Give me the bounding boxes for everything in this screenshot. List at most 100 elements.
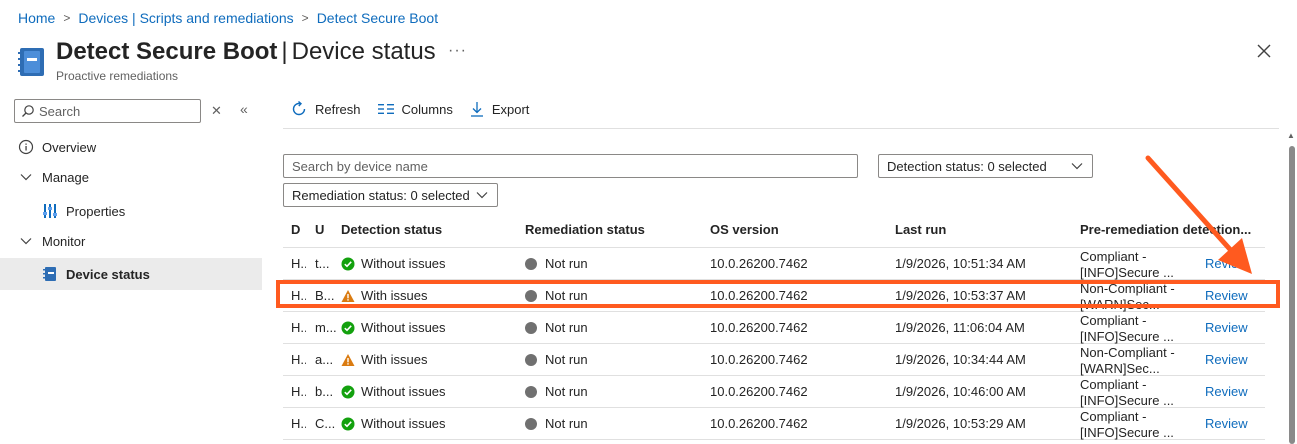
detection-status-cell: Without issues bbox=[341, 384, 525, 399]
refresh-button[interactable]: Refresh bbox=[290, 100, 361, 118]
device-status-icon bbox=[42, 266, 58, 282]
pre-remediation-status: Non-Compliant - bbox=[1080, 344, 1175, 360]
review-link[interactable]: Review bbox=[1205, 320, 1248, 335]
pre-remediation-status: Compliant - bbox=[1080, 376, 1147, 392]
table-body: H.. t... Without issues Not run 10.0.262… bbox=[283, 248, 1265, 440]
more-options-button[interactable]: ··· bbox=[448, 42, 467, 60]
remediation-status-text: Not run bbox=[545, 320, 588, 335]
user-cell: m... bbox=[315, 320, 337, 335]
page-title: Detect Secure Boot | Device status bbox=[56, 38, 436, 66]
pre-remediation-cell: Compliant - [INFO]Secure ... bbox=[1080, 408, 1205, 440]
table-row[interactable]: H.. a... With issues Not run 10.0.26200.… bbox=[283, 344, 1265, 376]
sidebar-item-device-status[interactable]: Device status bbox=[0, 258, 262, 290]
os-version-cell: 10.0.26200.7462 bbox=[710, 352, 808, 367]
pre-remediation-cell: Compliant - [INFO]Secure ... bbox=[1080, 312, 1205, 344]
detection-status-filter[interactable]: Detection status: 0 selected bbox=[878, 154, 1093, 178]
review-link[interactable]: Review bbox=[1205, 288, 1248, 303]
breadcrumb-detect-secure-boot[interactable]: Detect Secure Boot bbox=[317, 10, 438, 26]
user-cell: t... bbox=[315, 256, 330, 271]
pre-remediation-status: Compliant - bbox=[1080, 248, 1147, 264]
column-header-user[interactable]: U bbox=[306, 222, 341, 237]
refresh-icon bbox=[292, 100, 306, 116]
last-run-cell: 1/9/2026, 10:53:37 AM bbox=[895, 288, 1026, 303]
clear-search-button[interactable]: ✕ bbox=[211, 103, 223, 118]
chevron-down-icon bbox=[1071, 163, 1083, 170]
review-link[interactable]: Review bbox=[1205, 384, 1248, 399]
export-button[interactable]: Export bbox=[469, 100, 530, 118]
sidebar-search[interactable] bbox=[14, 99, 201, 123]
remediation-status-text: Not run bbox=[545, 288, 588, 303]
detection-status-cell: Without issues bbox=[341, 416, 525, 431]
column-header-last-run[interactable]: Last run bbox=[895, 222, 1080, 237]
remediation-status-cell: Not run bbox=[525, 416, 710, 431]
os-version-cell: 10.0.26200.7462 bbox=[710, 320, 808, 335]
export-label: Export bbox=[491, 101, 530, 117]
breadcrumb-home[interactable]: Home bbox=[18, 10, 55, 26]
pre-remediation-cell: Compliant - [INFO]Secure ... bbox=[1080, 248, 1205, 280]
table-row[interactable]: H.. m... Without issues Not run 10.0.262… bbox=[283, 312, 1265, 344]
script-icon bbox=[18, 48, 44, 76]
warning-icon bbox=[341, 353, 355, 366]
device-name-cell: H.. bbox=[291, 416, 306, 431]
breadcrumb: Home > Devices | Scripts and remediation… bbox=[18, 10, 438, 26]
detection-status-text: Without issues bbox=[361, 384, 446, 399]
check-circle-icon bbox=[341, 417, 355, 430]
sidebar-group-monitor[interactable]: Monitor bbox=[0, 225, 262, 257]
device-search-input[interactable] bbox=[283, 154, 858, 178]
table-row[interactable]: H.. t... Without issues Not run 10.0.262… bbox=[283, 248, 1265, 280]
not-run-icon bbox=[525, 417, 537, 430]
sidebar-item-overview[interactable]: Overview bbox=[0, 131, 262, 163]
sidebar-item-properties[interactable]: Properties bbox=[0, 195, 262, 227]
detection-status-text: Without issues bbox=[361, 256, 446, 271]
pre-remediation-status: Non-Compliant - bbox=[1080, 280, 1175, 296]
download-icon bbox=[470, 102, 483, 117]
check-circle-icon bbox=[341, 385, 355, 398]
column-header-remediation-status[interactable]: Remediation status bbox=[525, 222, 710, 237]
table-row[interactable]: H.. B... With issues Not run 10.0.26200.… bbox=[283, 280, 1265, 312]
sidebar-item-label: Monitor bbox=[42, 233, 86, 249]
page-subtitle: Proactive remediations bbox=[56, 69, 179, 83]
remediation-status-cell: Not run bbox=[525, 320, 710, 335]
pre-remediation-detail: [WARN]Sec... bbox=[1080, 296, 1160, 312]
check-circle-icon bbox=[341, 257, 355, 270]
pre-remediation-cell: Non-Compliant - [WARN]Sec... bbox=[1080, 280, 1205, 312]
check-circle-icon bbox=[341, 321, 355, 334]
device-name-cell: H.. bbox=[291, 256, 306, 271]
sidebar-group-manage[interactable]: Manage bbox=[0, 161, 262, 193]
detection-status-cell: Without issues bbox=[341, 320, 525, 335]
pre-remediation-detail: [INFO]Secure ... bbox=[1080, 392, 1174, 408]
review-link[interactable]: Review bbox=[1205, 416, 1248, 431]
detection-status-cell: With issues bbox=[341, 352, 525, 367]
column-header-detection-status[interactable]: Detection status bbox=[341, 222, 525, 237]
search-icon bbox=[22, 105, 34, 117]
breadcrumb-separator: > bbox=[301, 11, 309, 25]
column-header-os-version[interactable]: OS version bbox=[710, 222, 895, 237]
sidebar-search-input[interactable] bbox=[39, 103, 189, 119]
detection-filter-label: Detection status: 0 selected bbox=[887, 158, 1047, 174]
close-icon[interactable] bbox=[1254, 40, 1274, 62]
pre-remediation-cell: Compliant - [INFO]Secure ... bbox=[1080, 376, 1205, 408]
scroll-up-icon[interactable]: ▲ bbox=[1287, 131, 1295, 140]
collapse-sidebar-button[interactable]: « bbox=[240, 101, 248, 117]
remediation-status-text: Not run bbox=[545, 352, 588, 367]
table-row[interactable]: H.. C... Without issues Not run 10.0.262… bbox=[283, 408, 1265, 440]
detection-status-text: With issues bbox=[361, 288, 428, 303]
sidebar-item-label: Manage bbox=[42, 169, 89, 185]
breadcrumb-scripts-remediations[interactable]: Devices | Scripts and remediations bbox=[78, 10, 293, 26]
pre-remediation-detail: [INFO]Secure ... bbox=[1080, 328, 1174, 344]
review-link[interactable]: Review bbox=[1205, 352, 1248, 367]
review-link[interactable]: Review bbox=[1205, 256, 1248, 271]
not-run-icon bbox=[525, 353, 537, 366]
scrollbar-thumb[interactable] bbox=[1289, 146, 1295, 444]
remediation-status-filter[interactable]: Remediation status: 0 selected bbox=[283, 183, 498, 207]
column-header-pre-remediation[interactable]: Pre-remediation detection... bbox=[1080, 222, 1251, 238]
remediation-status-cell: Not run bbox=[525, 288, 710, 303]
column-header-device[interactable]: D bbox=[283, 222, 306, 237]
detection-status-text: With issues bbox=[361, 352, 428, 367]
pre-remediation-cell: Non-Compliant - [WARN]Sec... bbox=[1080, 344, 1205, 376]
remediation-status-text: Not run bbox=[545, 384, 588, 399]
columns-button[interactable]: Columns bbox=[377, 102, 453, 117]
table-row[interactable]: H.. b... Without issues Not run 10.0.262… bbox=[283, 376, 1265, 408]
page-header: Detect Secure Boot | Device status Proacti… bbox=[18, 38, 436, 83]
pre-remediation-detail: [INFO]Secure ... bbox=[1080, 264, 1174, 280]
